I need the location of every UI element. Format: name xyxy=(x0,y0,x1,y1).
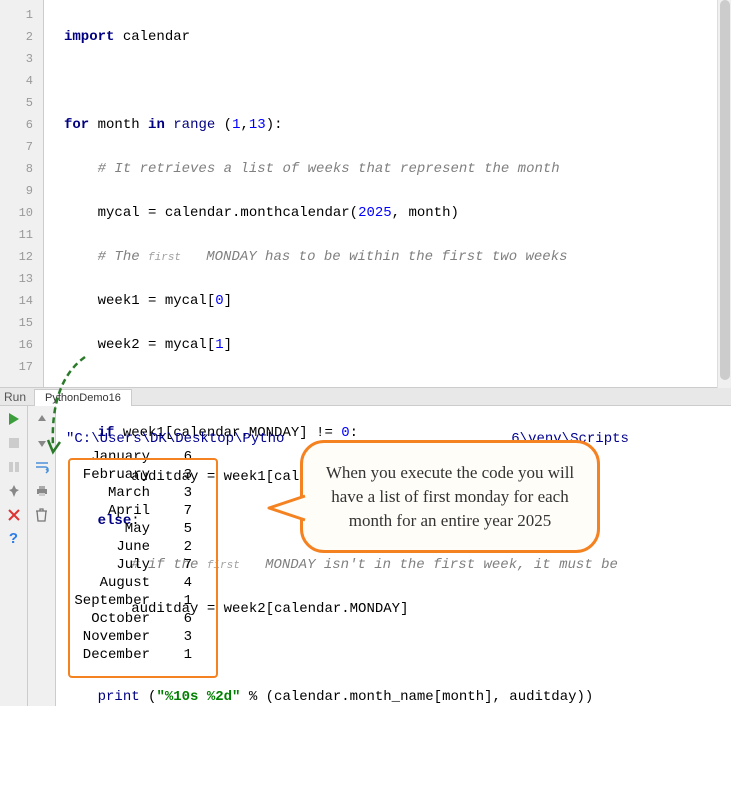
comment: # It retrieves a list of weeks that repr… xyxy=(98,161,560,177)
code-editor: 1 2 3 4 5 6 7 8 9 10 11 12 13 14 15 16 1… xyxy=(0,0,731,388)
number: 13 xyxy=(249,117,266,133)
line-number: 13 xyxy=(0,268,43,290)
line-number: 6 xyxy=(0,114,43,136)
run-toolbar-primary: ? xyxy=(0,406,28,706)
line-number: 3 xyxy=(0,48,43,70)
run-label: Run xyxy=(4,390,26,404)
keyword: for xyxy=(64,117,89,133)
output-row: October 6 xyxy=(66,610,721,628)
annotation-text: When you execute the code you will have … xyxy=(326,463,574,530)
wrap-icon[interactable] xyxy=(33,458,51,476)
number: 0 xyxy=(215,293,223,309)
output-row: July 7 xyxy=(66,556,721,574)
help-icon[interactable]: ? xyxy=(5,530,23,548)
output-row: November 3 xyxy=(66,628,721,646)
down-icon[interactable] xyxy=(33,434,51,452)
up-icon[interactable] xyxy=(33,410,51,428)
line-number: 10 xyxy=(0,202,43,224)
comment: first xyxy=(148,252,181,264)
number: 1 xyxy=(232,117,240,133)
pin-icon[interactable] xyxy=(5,482,23,500)
identifier: month xyxy=(98,117,140,133)
line-number: 14 xyxy=(0,290,43,312)
line-number: 4 xyxy=(0,70,43,92)
line-number: 11 xyxy=(0,224,43,246)
comment: MONDAY has to be within the first two we… xyxy=(181,249,567,265)
code-text[interactable]: import calendar for month in range (1,13… xyxy=(44,0,731,387)
line-number: 2 xyxy=(0,26,43,48)
close-icon[interactable] xyxy=(5,506,23,524)
line-number: 15 xyxy=(0,312,43,334)
stop-icon[interactable] xyxy=(5,434,23,452)
trash-icon[interactable] xyxy=(33,506,51,524)
output-row: August 4 xyxy=(66,574,721,592)
output-row: December 1 xyxy=(66,646,721,664)
annotation-bubble: When you execute the code you will have … xyxy=(300,440,600,553)
line-number: 17 xyxy=(0,356,43,378)
line-number: 1 xyxy=(0,4,43,26)
vertical-scrollbar[interactable] xyxy=(717,0,731,388)
comment: # The xyxy=(98,249,148,265)
play-icon[interactable] xyxy=(5,410,23,428)
number: 2025 xyxy=(358,205,392,221)
code: week2 = mycal[ xyxy=(98,337,216,353)
scroll-thumb[interactable] xyxy=(720,0,730,380)
line-number: 5 xyxy=(0,92,43,114)
line-number: 8 xyxy=(0,158,43,180)
code: week1 = mycal[ xyxy=(98,293,216,309)
line-number: 7 xyxy=(0,136,43,158)
output-row: September 1 xyxy=(66,592,721,610)
number: 1 xyxy=(215,337,223,353)
bubble-tail xyxy=(267,488,307,528)
keyword: in xyxy=(148,117,165,133)
code: ] xyxy=(224,293,232,309)
run-toolbar-secondary xyxy=(28,406,56,706)
line-number: 12 xyxy=(0,246,43,268)
builtin: range xyxy=(173,117,215,133)
code: , month) xyxy=(392,205,459,221)
code: mycal = calendar.monthcalendar( xyxy=(98,205,358,221)
annotation-callout: When you execute the code you will have … xyxy=(300,440,600,553)
print-icon[interactable] xyxy=(33,482,51,500)
line-number: 9 xyxy=(0,180,43,202)
identifier: calendar xyxy=(123,29,190,45)
code: ] xyxy=(224,337,232,353)
line-gutter: 1 2 3 4 5 6 7 8 9 10 11 12 13 14 15 16 1… xyxy=(0,0,44,387)
pause-icon[interactable] xyxy=(5,458,23,476)
line-number: 16 xyxy=(0,334,43,356)
keyword: import xyxy=(64,29,114,45)
run-tab[interactable]: PythonDemo16 xyxy=(34,389,132,406)
